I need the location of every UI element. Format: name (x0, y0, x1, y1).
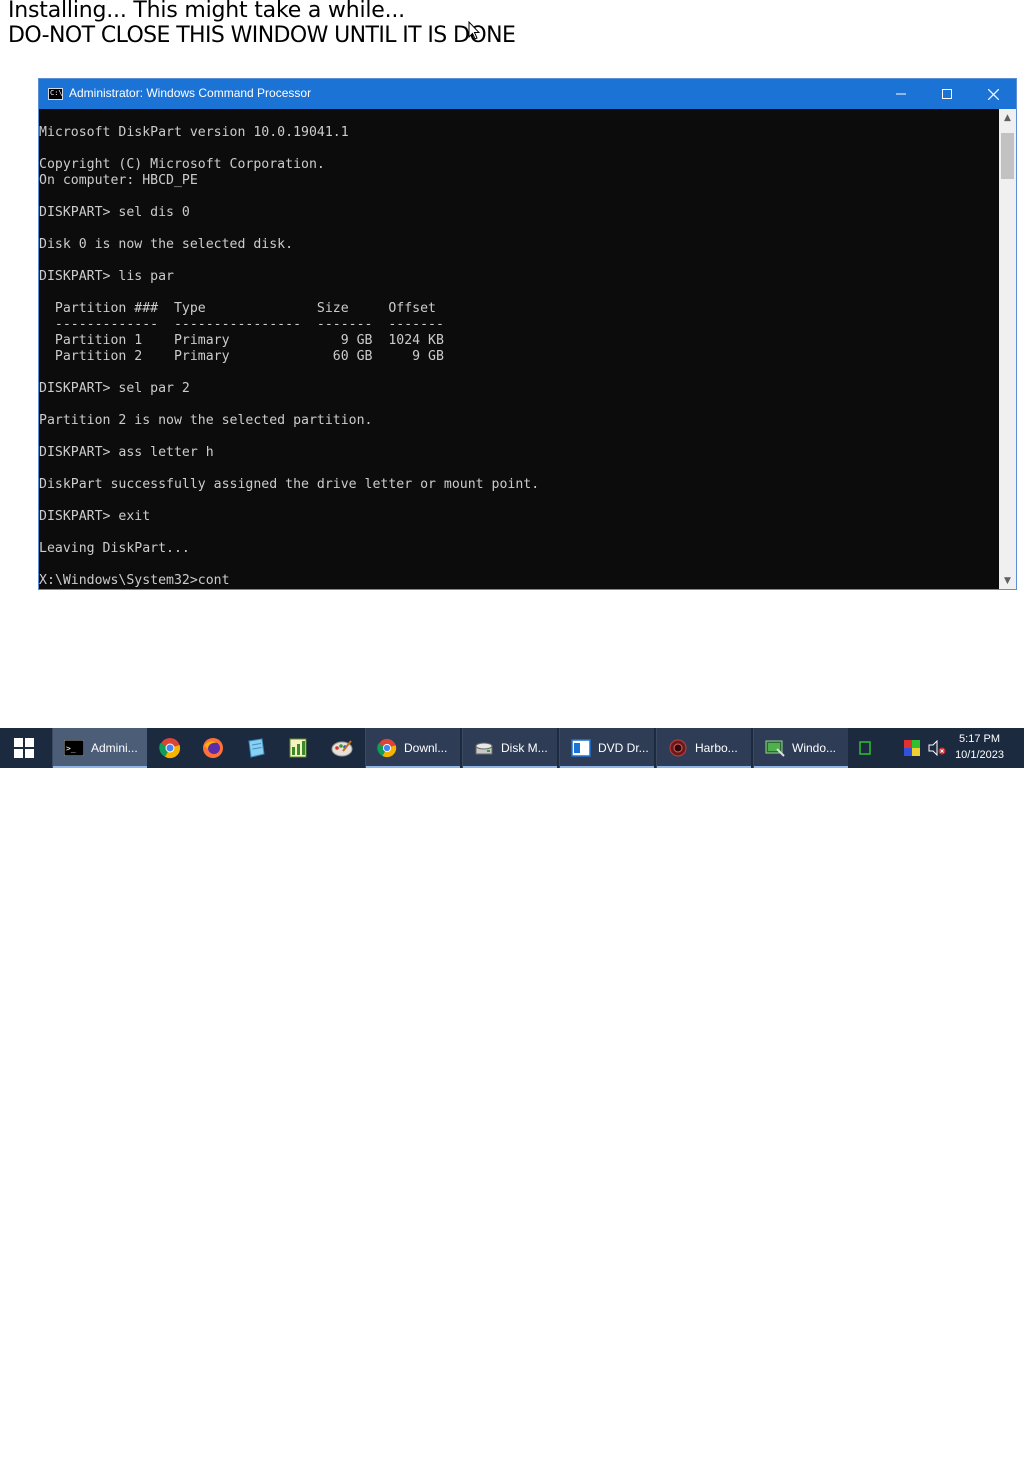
console-line: Copyright (C) Microsoft Corporation. (39, 157, 325, 172)
spreadsheet-icon[interactable] (287, 737, 309, 759)
console-line: Partition ### Type Size Offset (39, 301, 436, 316)
explorer-icon (570, 737, 592, 759)
windows-app-icon (764, 737, 786, 759)
windows-logo-icon (14, 738, 34, 758)
console-line: Partition 2 is now the selected partitio… (39, 413, 373, 428)
taskbar-item-label: Admini... (91, 741, 138, 755)
mouse-cursor-icon (468, 21, 480, 40)
svg-text:>_: >_ (66, 744, 76, 753)
console-line: Disk 0 is now the selected disk. (39, 237, 294, 252)
taskbar-item-disk-management[interactable]: Disk M... (462, 728, 557, 768)
install-banner: Installing... This might take a while...… (8, 0, 516, 75)
window-titlebar[interactable]: C:\ Administrator: Windows Command Proce… (39, 79, 1016, 109)
system-clock[interactable]: 5:17 PM 10/1/2023 (955, 731, 1004, 763)
close-button[interactable] (970, 79, 1016, 109)
console-line: On computer: HBCD_PE (39, 173, 198, 188)
firefox-icon[interactable] (202, 737, 224, 759)
console-output[interactable]: Microsoft DiskPart version 10.0.19041.1 C… (39, 109, 999, 589)
taskbar-item-admin-cmd[interactable]: >_ Admini... (52, 728, 147, 768)
scroll-down-arrow-icon[interactable]: ▼ (999, 572, 1016, 589)
taskbar-item-label: Downl... (404, 741, 448, 755)
volume-muted-icon[interactable] (928, 740, 946, 756)
taskbar-item-label: Windo... (792, 741, 837, 755)
disk-management-icon (473, 737, 495, 759)
console-line: DISKPART> sel dis 0 (39, 205, 190, 220)
console-line: DISKPART> lis par (39, 269, 174, 284)
taskbar-item-downloads[interactable]: Downl... (365, 728, 460, 768)
maximize-icon (942, 89, 952, 99)
console-line: DISKPART> sel par 2 (39, 381, 190, 396)
console-line: DiskPart successfully assigned the drive… (39, 477, 540, 492)
close-icon (987, 88, 999, 100)
console-line: DISKPART> ass letter h (39, 445, 214, 460)
taskbar-item-label: Disk M... (501, 741, 548, 755)
scrollbar-thumb[interactable] (1001, 133, 1014, 179)
cmd-app-icon[interactable]: C:\ (48, 88, 63, 100)
vertical-scrollbar[interactable]: ▲ ▼ (999, 109, 1016, 589)
console-line: Partition 1 Primary 9 GB 1024 KB (39, 333, 444, 348)
cmd-icon: >_ (63, 737, 85, 759)
console-line: ------------- ---------------- ------- -… (39, 317, 444, 332)
tray-green-icon[interactable] (859, 1469, 871, 1483)
clock-time: 5:17 PM (959, 733, 1001, 745)
console-line: Microsoft DiskPart version 10.0.19041.1 (39, 125, 349, 140)
console-line: DISKPART> exit (39, 509, 151, 524)
minimize-icon (896, 93, 906, 95)
taskbar-item-windows-app[interactable]: Windo... (753, 728, 848, 768)
banner-line-warning: DO-NOT CLOSE THIS WINDOW UNTIL IT IS DON… (8, 23, 516, 48)
console-line: Partition 2 Primary 60 GB 9 GB (39, 349, 444, 364)
taskbar-item-label: Harbo... (695, 741, 738, 755)
chrome-icon[interactable] (159, 737, 181, 759)
paint-icon[interactable] (331, 737, 353, 759)
console-line: Leaving DiskPart... (39, 541, 190, 556)
tray-app-icon[interactable] (859, 741, 871, 755)
minimize-button[interactable] (878, 79, 924, 109)
banner-line-installing: Installing... This might take a while... (8, 0, 405, 23)
taskbar-item-harbor[interactable]: Harbo... (656, 728, 751, 768)
start-button[interactable] (0, 728, 48, 768)
notepad-icon[interactable] (245, 737, 267, 759)
command-prompt-window[interactable]: C:\ Administrator: Windows Command Proce… (38, 78, 1017, 590)
color-monitor-icon[interactable] (904, 740, 920, 756)
chrome-icon (376, 737, 398, 759)
maximize-button[interactable] (924, 79, 970, 109)
window-title: Administrator: Windows Command Processor (69, 86, 312, 100)
harbor-icon (667, 737, 689, 759)
taskbar: >_ Admini... Downl... Disk M... DVD Dr..… (0, 728, 1024, 768)
console-line: X:\Windows\System32>cont (39, 573, 230, 588)
scroll-up-arrow-icon[interactable]: ▲ (999, 109, 1016, 126)
taskbar-item-dvd-drive[interactable]: DVD Dr... (559, 728, 654, 768)
taskbar-item-label: DVD Dr... (598, 741, 649, 755)
clock-date: 10/1/2023 (955, 749, 1004, 761)
